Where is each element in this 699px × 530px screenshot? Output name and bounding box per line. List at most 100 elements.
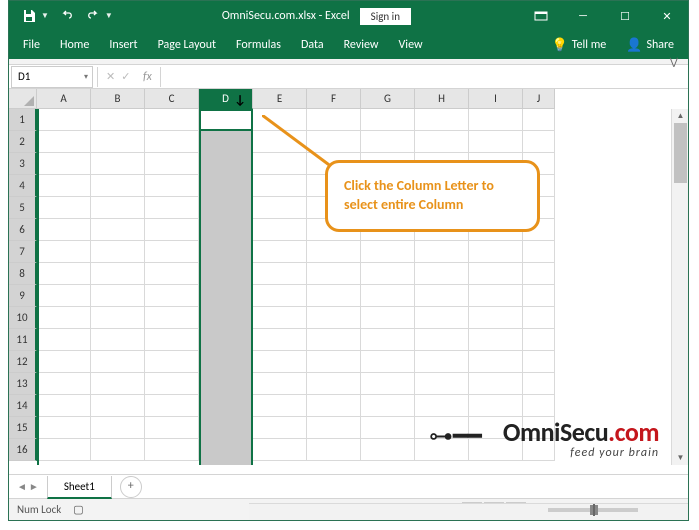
cell[interactable] [253,373,307,395]
cell[interactable] [307,109,361,131]
cell[interactable] [145,285,199,307]
cell[interactable] [145,373,199,395]
vertical-scrollbar[interactable]: ▲▼ [671,109,688,465]
cell[interactable] [37,175,91,197]
row-header[interactable]: 5 [9,197,37,219]
cell[interactable] [361,109,415,131]
horizontal-scrollbar[interactable] [249,503,688,520]
cell[interactable] [37,395,91,417]
tab-data[interactable]: Data [291,31,334,59]
cell[interactable] [523,241,555,263]
sheet-next-icon[interactable]: ► [29,480,39,493]
cell[interactable] [415,131,469,153]
row-header[interactable]: 14 [9,395,37,417]
cell[interactable] [145,439,199,461]
expand-ribbon-icon[interactable]: ⋁ [670,55,678,68]
qat-dropdown-icon[interactable]: ▼ [41,11,49,21]
row-header[interactable]: 15 [9,417,37,439]
sheet-tab-active[interactable]: Sheet1 [47,476,112,499]
cell[interactable] [415,373,469,395]
row-header[interactable]: 4 [9,175,37,197]
row-header[interactable]: 13 [9,373,37,395]
cell[interactable] [253,131,307,153]
cell[interactable] [253,263,307,285]
cancel-formula-icon[interactable]: ✕ [106,70,115,83]
redo-icon[interactable] [85,8,101,24]
cell[interactable] [469,285,523,307]
column-header-g[interactable]: G [361,89,415,109]
cell[interactable] [523,307,555,329]
cell[interactable] [307,307,361,329]
select-all-triangle[interactable] [9,89,37,109]
cell[interactable] [91,417,145,439]
cell[interactable] [469,241,523,263]
cell[interactable] [253,285,307,307]
cell[interactable] [469,131,523,153]
scroll-thumb[interactable] [674,123,687,183]
cell[interactable] [469,329,523,351]
ribbon-options-icon[interactable] [520,1,562,31]
cell[interactable] [415,263,469,285]
cell[interactable] [415,351,469,373]
row-header[interactable]: 8 [9,263,37,285]
tab-tell-me[interactable]: 💡Tell me [542,31,617,59]
cell[interactable] [253,439,307,461]
cell[interactable] [37,373,91,395]
cell[interactable] [253,241,307,263]
cell[interactable] [307,351,361,373]
cell[interactable] [253,175,307,197]
cell[interactable] [145,329,199,351]
cell[interactable] [307,263,361,285]
cell[interactable] [145,131,199,153]
cell[interactable] [253,153,307,175]
row-header[interactable]: 9 [9,285,37,307]
cell[interactable] [91,175,145,197]
cell[interactable] [361,131,415,153]
sheet-prev-icon[interactable]: ◄ [17,480,27,493]
cell[interactable] [415,241,469,263]
cell[interactable] [253,307,307,329]
cell[interactable] [307,373,361,395]
cell[interactable] [361,395,415,417]
cell[interactable] [199,263,253,285]
cell[interactable] [145,395,199,417]
cell[interactable] [415,329,469,351]
cell[interactable] [253,395,307,417]
cell[interactable] [199,307,253,329]
cell[interactable] [253,351,307,373]
sign-in-button[interactable]: Sign in [360,8,411,25]
cell[interactable] [37,131,91,153]
cell[interactable] [145,351,199,373]
tab-formulas[interactable]: Formulas [226,31,291,59]
row-header[interactable]: 10 [9,307,37,329]
cell[interactable] [253,197,307,219]
cell[interactable] [199,329,253,351]
cell[interactable] [361,439,415,461]
cell[interactable] [415,109,469,131]
cell[interactable] [469,395,523,417]
new-sheet-button[interactable]: + [120,476,142,498]
cell[interactable] [307,131,361,153]
cell[interactable] [361,373,415,395]
cell[interactable] [91,351,145,373]
column-header-c[interactable]: C [145,89,199,109]
cell[interactable] [91,241,145,263]
cell[interactable] [307,395,361,417]
cell[interactable] [91,219,145,241]
cell[interactable] [415,285,469,307]
cell[interactable] [415,307,469,329]
close-icon[interactable]: ✕ [646,1,688,31]
cell[interactable] [469,373,523,395]
cell[interactable] [199,197,253,219]
cell[interactable] [523,263,555,285]
cell[interactable] [199,241,253,263]
column-header-h[interactable]: H [415,89,469,109]
cell[interactable] [37,329,91,351]
row-header[interactable]: 16 [9,439,37,461]
cell[interactable] [469,263,523,285]
cell[interactable] [199,285,253,307]
cell[interactable] [199,373,253,395]
cell[interactable] [91,197,145,219]
cell[interactable] [91,263,145,285]
tab-view[interactable]: View [389,31,433,59]
